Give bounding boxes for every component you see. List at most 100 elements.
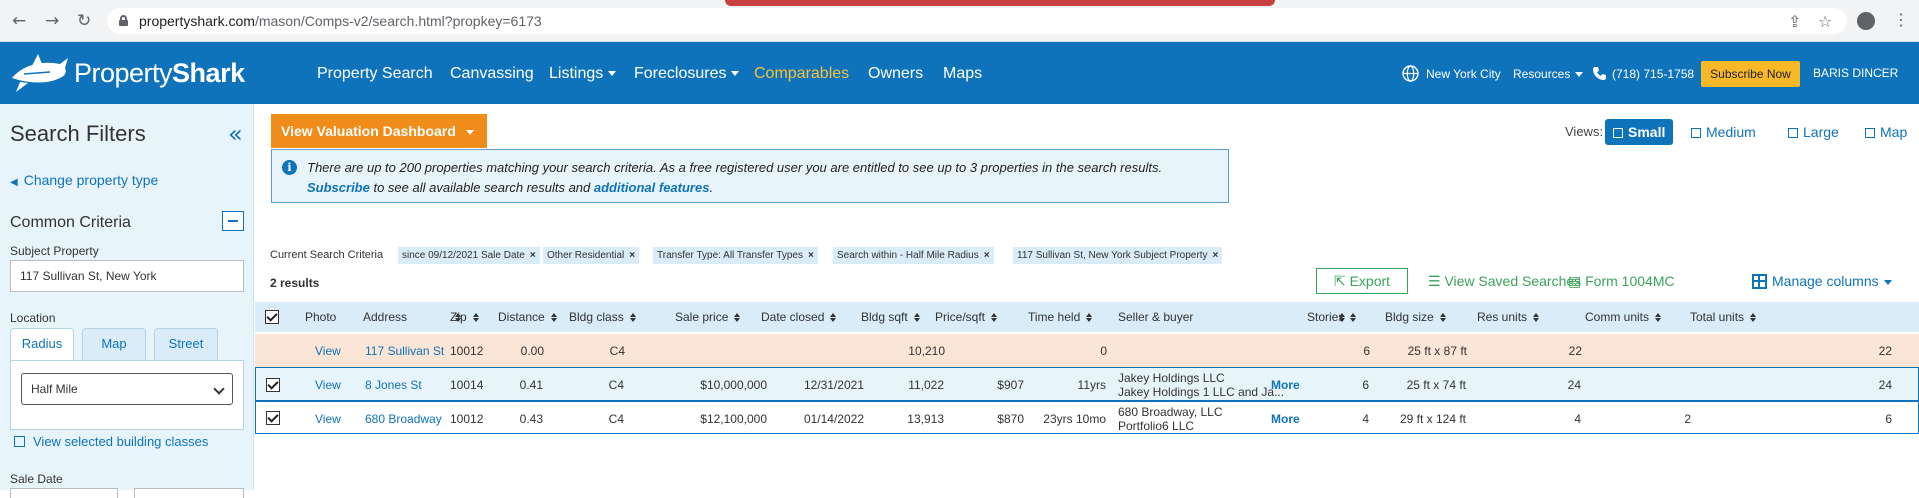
col-distance[interactable]: Distance <box>498 310 557 324</box>
view-map-button[interactable]: Map <box>1857 119 1915 145</box>
subject-property-input[interactable]: 117 Sullivan St, New York <box>10 260 244 292</box>
col-bldg-size[interactable]: Bldg size <box>1385 310 1446 324</box>
total-units-cell: 22 <box>1878 344 1892 358</box>
total-units-cell: 24 <box>1878 378 1892 392</box>
sale-price-cell: $12,100,000 <box>700 412 767 426</box>
view-photo-link[interactable]: View <box>315 344 341 358</box>
chip-label: Other Residential <box>547 250 625 261</box>
view-medium-button[interactable]: Medium <box>1683 119 1764 145</box>
view-building-classes-label: View selected building classes <box>33 434 209 449</box>
subscribe-link[interactable]: Subscribe <box>307 180 370 195</box>
city-selector[interactable]: New York City <box>1426 67 1501 81</box>
col-price-sqft[interactable]: Price/sqft <box>935 310 998 324</box>
remove-chip-icon[interactable]: × <box>629 250 635 261</box>
res-units-cell: 22 <box>1568 344 1582 358</box>
remove-chip-icon[interactable]: × <box>984 250 990 261</box>
tab-street[interactable]: Street <box>154 328 218 361</box>
reload-icon[interactable]: ↻ <box>77 12 91 30</box>
menu-kebab-icon[interactable]: ⋮ <box>1893 10 1909 29</box>
remove-chip-icon[interactable]: × <box>1212 250 1218 261</box>
address-link[interactable]: 680 Broadway <box>365 412 442 426</box>
view-photo-link[interactable]: View <box>315 378 341 392</box>
col-sale-price[interactable]: Sale price <box>675 310 741 324</box>
view-small-button[interactable]: Small <box>1605 119 1674 145</box>
criteria-chip[interactable]: 117 Sullivan St, New York Subject Proper… <box>1013 247 1223 264</box>
col-time-held[interactable]: Time held <box>1028 310 1093 324</box>
col-bldg-sqft-label: Bldg sqft <box>861 310 908 324</box>
bldg-size-cell: 25 ft x 74 ft <box>1406 378 1466 392</box>
zip-cell: 10012 <box>450 344 484 358</box>
forward-icon[interactable]: → <box>45 12 59 30</box>
change-property-type-label: Change property type <box>23 172 159 188</box>
view-large-button[interactable]: Large <box>1780 119 1847 145</box>
col-date-closed[interactable]: Date closed <box>761 310 837 324</box>
row-checkbox[interactable] <box>266 411 280 425</box>
nav-property-search[interactable]: Property Search <box>317 65 433 83</box>
col-stories[interactable]: Stories <box>1307 310 1357 324</box>
remove-chip-icon[interactable]: × <box>808 250 814 261</box>
criteria-chip[interactable]: Other Residential × <box>543 247 640 264</box>
nav-listings[interactable]: Listings <box>549 65 617 83</box>
criteria-chip[interactable]: Transfer Type: All Transfer Types × <box>653 247 818 264</box>
col-res-units[interactable]: Res units <box>1477 310 1540 324</box>
radius-select[interactable]: Half Mile <box>21 373 233 405</box>
address-bar[interactable]: propertyshark.com/mason/Comps-v2/search.… <box>107 8 1847 34</box>
remove-chip-icon[interactable]: × <box>530 250 536 261</box>
sidebar-title: Search Filters <box>10 121 146 146</box>
col-bldg-sqft[interactable]: Bldg sqft <box>861 310 920 324</box>
nav-foreclosures[interactable]: Foreclosures <box>634 65 740 83</box>
change-property-type-link[interactable]: ◀ Change property type <box>10 172 158 188</box>
nav-owners[interactable]: Owners <box>868 65 923 83</box>
notice-text: There are up to 200 properties matching … <box>307 160 1163 175</box>
sort-icon <box>550 313 557 322</box>
additional-features-link[interactable]: additional features <box>594 180 710 195</box>
export-button[interactable]: ⇱ Export <box>1316 268 1408 294</box>
tab-map[interactable]: Map <box>82 328 146 361</box>
resources-menu[interactable]: Resources <box>1513 67 1584 81</box>
col-address[interactable]: Address <box>363 310 462 324</box>
address-link[interactable]: 8 Jones St <box>365 378 422 392</box>
collapse-section-icon[interactable] <box>222 211 244 231</box>
more-link[interactable]: More <box>1271 378 1300 392</box>
buyer-name: Portfolio6 LLC <box>1118 419 1195 433</box>
tab-radius[interactable]: Radius <box>10 328 74 361</box>
current-search-criteria-label: Current Search Criteria <box>270 249 384 261</box>
manage-columns-button[interactable]: Manage columns <box>1752 273 1892 289</box>
back-icon[interactable]: ← <box>12 12 26 30</box>
criteria-chip[interactable]: Search within - Half Mile Radius × <box>833 247 994 264</box>
col-price-sqft-label: Price/sqft <box>935 310 986 324</box>
row-checkbox[interactable] <box>266 378 280 392</box>
collapse-sidebar-icon[interactable]: « <box>228 120 243 148</box>
phone-number[interactable]: (718) 715-1758 <box>1612 67 1694 81</box>
address-link[interactable]: 117 Sullivan St <box>365 344 444 358</box>
criteria-chip[interactable]: since 09/12/2021 Sale Date × <box>398 247 540 264</box>
view-valuation-dashboard-button[interactable]: View Valuation Dashboard <box>271 114 487 148</box>
sort-icon <box>1439 313 1446 322</box>
nav-canvassing[interactable]: Canvassing <box>450 65 534 83</box>
grid-icon <box>1752 274 1767 289</box>
nav-comparables[interactable]: Comparables <box>754 65 849 83</box>
col-bldg-class-label: Bldg class <box>569 310 624 324</box>
star-icon[interactable]: ☆ <box>1818 12 1832 31</box>
col-zip[interactable]: Zip <box>450 310 479 324</box>
more-link[interactable]: More <box>1271 412 1300 426</box>
view-saved-searches-link[interactable]: ☰ View Saved Searches <box>1428 273 1581 290</box>
subscribe-now-button[interactable]: Subscribe Now <box>1701 61 1800 87</box>
caret-down-icon <box>1883 279 1892 285</box>
col-bldg-class[interactable]: Bldg class <box>569 310 636 324</box>
col-total-units[interactable]: Total units <box>1690 310 1757 324</box>
view-small-label: Small <box>1628 124 1666 140</box>
select-all-checkbox[interactable] <box>265 310 279 324</box>
share-icon[interactable]: ⇪ <box>1788 12 1801 31</box>
view-photo-link[interactable]: View <box>315 412 341 426</box>
nav-maps[interactable]: Maps <box>943 65 982 83</box>
col-comm-units[interactable]: Comm units <box>1585 310 1662 324</box>
logo-word-property: Property <box>74 58 173 88</box>
distance-cell: 0.43 <box>519 412 543 426</box>
url-host: propertyshark.com <box>139 13 255 29</box>
form-1004mc-link[interactable]: ▤ Form 1004MC <box>1568 273 1675 290</box>
profile-avatar-icon[interactable] <box>1857 12 1875 30</box>
view-building-classes-link[interactable]: View selected building classes <box>14 434 208 449</box>
propertyshark-logo[interactable]: PropertyShark <box>10 52 250 96</box>
user-menu[interactable]: BARIS DINCER <box>1813 66 1898 80</box>
